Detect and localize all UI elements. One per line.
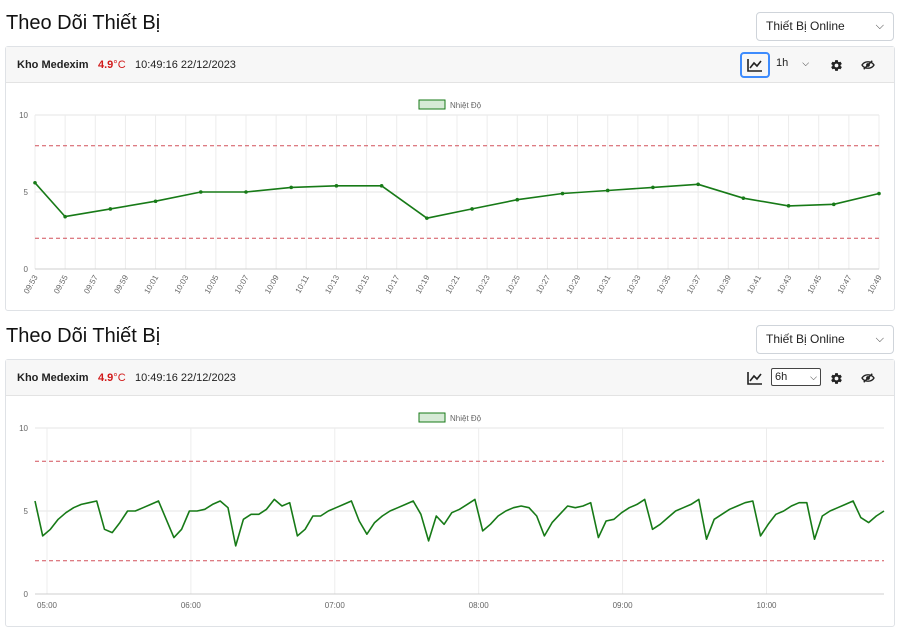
data-point — [651, 185, 655, 190]
x-tick-label: 10:19 — [414, 273, 432, 295]
legend-label: Nhiệt Độ — [450, 414, 482, 423]
x-tick-label: 10:39 — [715, 273, 733, 295]
data-point — [877, 191, 881, 196]
legend-swatch — [418, 412, 446, 423]
x-tick-label: 10:21 — [444, 273, 462, 295]
data-point — [63, 214, 67, 219]
x-tick-label: 10:41 — [745, 273, 763, 295]
x-tick-label: 10:33 — [625, 273, 643, 295]
x-tick-label: 06:00 — [181, 601, 202, 610]
x-tick-label: 10:35 — [655, 273, 673, 295]
x-tick-label: 10:45 — [806, 273, 824, 295]
x-tick-label: 10:47 — [836, 273, 854, 295]
chevron-down-icon: ⌵ — [875, 20, 884, 32]
x-tick-label: 09:55 — [52, 273, 70, 295]
legend-label: Nhiệt Độ — [450, 101, 482, 110]
y-tick-label: 5 — [24, 188, 29, 197]
temperature-chart: Nhiệt Độ 0 5 10 09:53 09:55 09:57 09:59 10:01 10:… — [19, 99, 884, 295]
data-point — [470, 207, 474, 211]
x-tick-label: 10:00 — [756, 601, 777, 610]
x-tick-label: 10:07 — [233, 273, 251, 295]
x-tick-label: 10:37 — [685, 273, 703, 295]
series-line — [34, 498, 885, 547]
temperature-chart: Nhiệt Độ 0 5 10 05:00 06:00 07:00 08:00 09:00 10:… — [19, 412, 885, 610]
x-tick-label: 10:03 — [173, 273, 191, 295]
device-status-select[interactable]: Thiết Bị Online ⌵ — [756, 12, 894, 41]
x-tick-label: 10:13 — [323, 273, 341, 295]
data-point — [198, 190, 203, 194]
page-title: Theo Dõi Thiết Bị — [6, 12, 161, 34]
data-point — [605, 188, 610, 193]
x-tick-label: 10:17 — [384, 273, 402, 295]
data-point — [108, 207, 113, 211]
x-tick-label: 10:11 — [294, 273, 312, 295]
y-tick-label: 0 — [24, 590, 29, 599]
x-tick-label: 10:29 — [564, 273, 582, 295]
y-tick-label: 0 — [24, 265, 29, 274]
data-point — [289, 185, 294, 190]
legend-swatch — [418, 99, 446, 110]
device-select-value: Thiết Bị Online — [766, 19, 845, 33]
data-point — [334, 184, 339, 188]
x-tick-label: 10:23 — [474, 273, 492, 295]
x-tick-label: 10:09 — [263, 273, 281, 295]
y-tick-label: 5 — [24, 507, 29, 516]
data-point — [425, 216, 429, 220]
x-tick-label: 09:53 — [22, 273, 40, 295]
y-tick-label: 10 — [19, 111, 28, 120]
x-tick-label: 10:15 — [353, 273, 371, 295]
x-tick-label: 09:00 — [613, 601, 634, 610]
y-tick-label: 10 — [19, 424, 28, 433]
x-tick-label: 10:49 — [866, 273, 884, 295]
x-tick-label: 10:01 — [142, 273, 160, 295]
x-tick-label: 10:27 — [534, 273, 552, 295]
data-point — [560, 191, 565, 196]
x-tick-label: 09:57 — [82, 273, 100, 295]
data-point — [786, 204, 791, 208]
x-tick-label: 05:00 — [37, 601, 58, 610]
data-point — [379, 184, 384, 188]
x-tick-label: 10:43 — [775, 273, 793, 295]
x-tick-label: 09:59 — [112, 273, 130, 295]
x-tick-label: 10:05 — [203, 273, 221, 295]
data-point — [244, 190, 248, 194]
device-card: Kho Medexim 4.9°C 10:49:16 22/12/2023 1h… — [5, 46, 895, 311]
x-tick-label: 10:31 — [595, 273, 613, 295]
chevron-down-icon: ⌵ — [875, 333, 884, 345]
data-point — [831, 202, 836, 207]
monitor-section-1: Theo Dõi Thiết Bị Thiết Bị Online ⌵ Kho … — [0, 0, 900, 315]
device-status-select[interactable]: Thiết Bị Online ⌵ — [756, 325, 894, 354]
device-card: Kho Medexim 4.9°C 10:49:16 22/12/2023 6h… — [5, 359, 895, 627]
data-point — [515, 197, 520, 202]
data-point — [153, 199, 158, 204]
data-point — [33, 180, 37, 185]
monitor-section-2: Theo Dõi Thiết Bị Thiết Bị Online ⌵ Kho … — [0, 315, 900, 631]
x-tick-label: 07:00 — [325, 601, 346, 610]
page-title: Theo Dõi Thiết Bị — [6, 325, 161, 347]
data-point — [696, 182, 700, 187]
device-select-value: Thiết Bị Online — [766, 332, 845, 346]
x-tick-label: 08:00 — [469, 601, 490, 610]
x-tick-label: 10:25 — [504, 273, 522, 295]
data-point — [741, 196, 746, 200]
